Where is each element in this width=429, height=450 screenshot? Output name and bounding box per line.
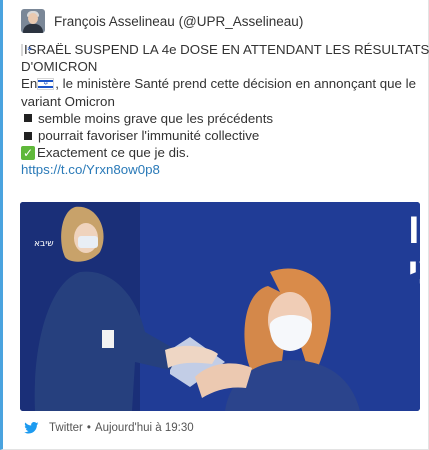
black-square-icon	[24, 114, 32, 123]
tweet-footer: Twitter • Aujourd'hui à 19:30	[24, 422, 194, 434]
banner-line-1: עמדת חיסון	[408, 204, 420, 244]
tweet-header: François Asselineau (@UPR_Asselineau)	[21, 9, 303, 33]
banner-logo-text: שיבא	[34, 239, 54, 249]
israel-flag-icon: ✡	[37, 78, 55, 90]
black-square-icon	[24, 131, 32, 140]
tweet-line-3: En ✡ , le ministère Santé prend cette dé…	[21, 75, 421, 92]
tweet-card: François Asselineau (@UPR_Asselineau) ✡ …	[0, 0, 429, 450]
israel-flag-icon: ✡	[21, 43, 32, 56]
footer-time[interactable]: Aujourd'hui à 19:30	[95, 422, 194, 434]
avatar[interactable]	[21, 9, 45, 33]
link-line: https://t.co/Yrxn8ow0p8	[21, 161, 421, 178]
tweet-line-2: D'OMICRON	[21, 58, 421, 75]
tweet-headline: ISRAËL SUSPEND LA 4e DOSE EN ATTENDANT L…	[24, 42, 429, 57]
footer-separator: •	[86, 422, 91, 434]
tweet-media-image[interactable]: עמדת חיסון קורונה רביעי שיבא	[20, 202, 420, 411]
tweet-sentence-cont: variant Omicron	[21, 93, 115, 109]
tweet-sentence: , le ministère Santé prend cette décisio…	[55, 76, 416, 92]
tweet-text: ✡ ISRAËL SUSPEND LA 4e DOSE EN ATTENDANT…	[21, 41, 429, 179]
check-mark-icon: ✓	[21, 145, 35, 160]
footer-source[interactable]: Twitter	[49, 422, 83, 434]
tweet-prefix: En	[21, 76, 38, 92]
bullet-item-1: semble moins grave que les précédents	[21, 110, 421, 127]
bullet-text-1: semble moins grave que les précédents	[38, 110, 274, 126]
banner-line-2: קורונה רביעי	[408, 249, 420, 289]
twitter-bird-icon	[24, 422, 39, 434]
author-name[interactable]: François Asselineau (@UPR_Asselineau)	[54, 14, 303, 29]
bullet-item-2: pourrait favoriser l'immunité collective	[21, 127, 421, 144]
tweet-line-1: ✡ ISRAËL SUSPEND LA 4e DOSE EN ATTENDANT…	[21, 41, 429, 58]
tweet-headline-cont: D'OMICRON	[21, 59, 98, 75]
check-text: Exactement ce que je dis.	[37, 145, 190, 161]
bullet-text-2: pourrait favoriser l'immunité collective	[38, 128, 260, 144]
tweet-line-4: variant Omicron	[21, 93, 421, 110]
tweet-link[interactable]: https://t.co/Yrxn8ow0p8	[21, 161, 160, 178]
check-line: ✓ Exactement ce que je dis.	[21, 144, 421, 161]
